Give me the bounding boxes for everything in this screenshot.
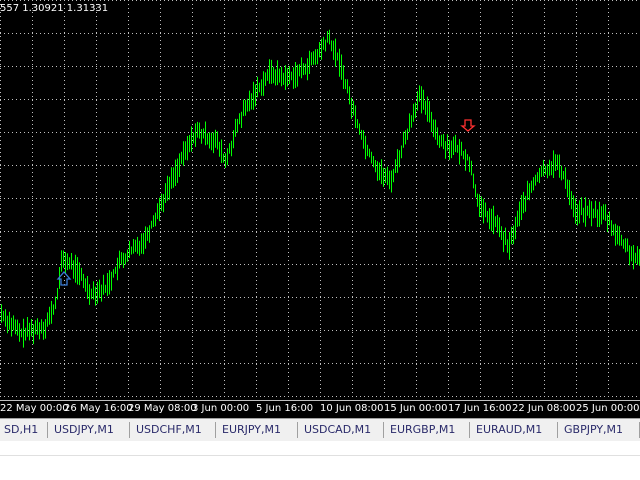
chart-grid: [0, 0, 640, 400]
down-arrow-icon: [460, 119, 476, 132]
time-axis-label: 17 Jun 16:00: [448, 403, 512, 414]
chart-canvas[interactable]: [0, 0, 640, 400]
chart-tab[interactable]: USDJPY,M1: [50, 422, 130, 438]
chart-tab[interactable]: GBPJPY,M1: [560, 422, 640, 438]
price-chart[interactable]: 557 1.30921 1.31331: [0, 0, 640, 400]
chart-tab[interactable]: EURJPY,M1: [218, 422, 298, 438]
time-axis: 22 May 00:00 26 May 16:00 29 May 08:00 3 Ju…: [0, 400, 640, 419]
time-axis-label: 25 Jun 00:00: [576, 403, 640, 414]
ohlc-readout: 557 1.30921 1.31331: [0, 3, 109, 14]
chart-tab[interactable]: SD,H1: [0, 422, 48, 438]
time-axis-label: 15 Jun 00:00: [384, 403, 448, 414]
chart-tab-bar: SD,H1 USDJPY,M1 USDCHF,M1 EURJPY,M1 USDCAD,M…: [0, 418, 640, 442]
chart-tab[interactable]: EURGBP,M1: [386, 422, 470, 438]
time-axis-label: 26 May 16:00: [64, 403, 133, 414]
time-axis-label: 22 May 00:00: [0, 403, 69, 414]
time-axis-label: 5 Jun 16:00: [256, 403, 314, 414]
chart-tab[interactable]: EURAUD,M1: [472, 422, 558, 438]
chart-tab[interactable]: USDCHF,M1: [132, 422, 216, 438]
time-axis-label: 29 May 08:00: [128, 403, 197, 414]
bottom-area: [0, 456, 640, 480]
time-axis-label: 3 Jun 00:00: [192, 403, 250, 414]
chart-tab[interactable]: USDCAD,M1: [300, 422, 384, 438]
status-bar: [0, 441, 640, 456]
time-axis-label: 22 Jun 08:00: [512, 403, 576, 414]
time-axis-label: 10 Jun 08:00: [320, 403, 384, 414]
